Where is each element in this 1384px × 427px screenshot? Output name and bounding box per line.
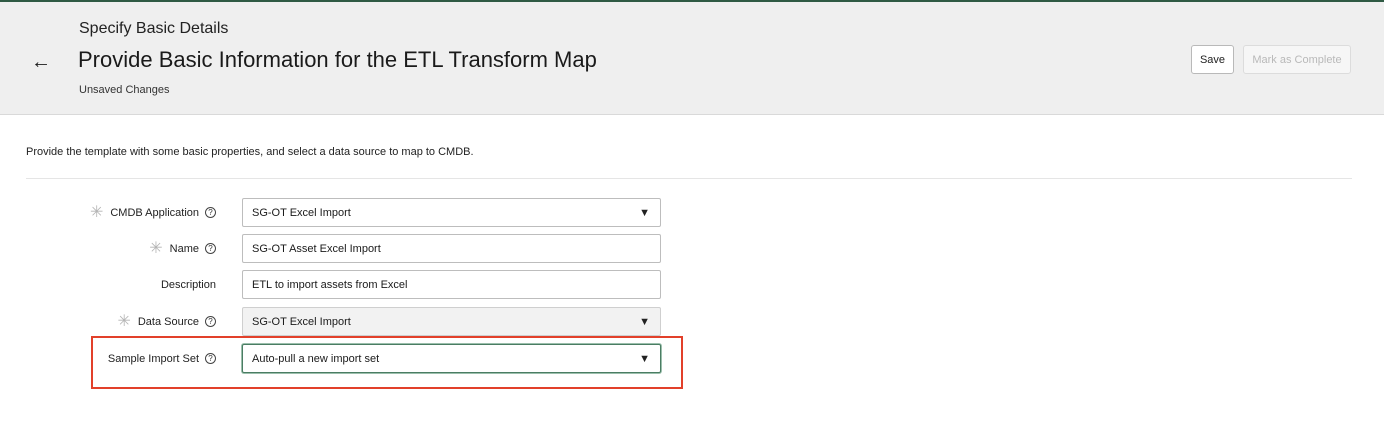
data-source-label: Data Source: [137, 315, 199, 328]
intro-text: Provide the template with some basic pro…: [26, 146, 474, 158]
sample-import-set-value: Auto-pull a new import set: [252, 352, 380, 365]
description-value: ETL to import assets from Excel: [252, 278, 408, 291]
help-icon[interactable]: ?: [205, 316, 216, 327]
cmdb-application-row: ✳ CMDB Application ? SG-OT Excel Import …: [0, 198, 700, 227]
description-label-group: Description: [161, 270, 216, 299]
name-row: ✳ Name ? SG-OT Asset Excel Import: [0, 234, 700, 263]
cmdb-application-label-group: ✳ CMDB Application ?: [90, 198, 216, 227]
page-header: ← Specify Basic Details Provide Basic In…: [0, 0, 1384, 115]
mark-complete-button[interactable]: Mark as Complete: [1243, 45, 1351, 74]
page-subtitle: Specify Basic Details: [79, 20, 229, 37]
cmdb-application-value: SG-OT Excel Import: [252, 206, 351, 219]
sample-import-set-label-group: Sample Import Set ?: [108, 344, 216, 373]
required-icon: ✳: [89, 203, 104, 221]
description-row: Description ETL to import assets from Ex…: [0, 270, 700, 299]
required-icon: ✳: [117, 312, 131, 330]
data-source-row: ✳ Data Source ? SG-OT Excel Import ▼: [0, 307, 700, 336]
data-source-select[interactable]: SG-OT Excel Import ▼: [242, 307, 661, 336]
chevron-down-icon: ▼: [639, 316, 650, 328]
sample-import-set-label: Sample Import Set: [107, 352, 199, 365]
divider: [26, 178, 1352, 179]
chevron-down-icon: ▼: [639, 353, 650, 365]
chevron-down-icon: ▼: [639, 207, 650, 219]
help-icon[interactable]: ?: [205, 353, 216, 364]
required-icon: ✳: [149, 239, 163, 257]
sample-import-set-select[interactable]: Auto-pull a new import set ▼: [242, 344, 661, 373]
back-button[interactable]: ←: [28, 49, 54, 75]
help-icon[interactable]: ?: [205, 207, 216, 218]
sample-import-set-row: Sample Import Set ? Auto-pull a new impo…: [0, 344, 700, 373]
help-icon[interactable]: ?: [205, 243, 216, 254]
data-source-label-group: ✳ Data Source ?: [117, 307, 216, 336]
unsaved-status: Unsaved Changes: [79, 84, 170, 96]
cmdb-application-select[interactable]: SG-OT Excel Import ▼: [242, 198, 661, 227]
name-input[interactable]: SG-OT Asset Excel Import: [242, 234, 661, 263]
cmdb-application-label: CMDB Application: [110, 206, 199, 219]
save-button[interactable]: Save: [1191, 45, 1234, 74]
name-value: SG-OT Asset Excel Import: [252, 242, 381, 255]
data-source-value: SG-OT Excel Import: [252, 315, 351, 328]
page-title: Provide Basic Information for the ETL Tr…: [78, 47, 597, 72]
description-label: Description: [160, 278, 216, 291]
name-label-group: ✳ Name ?: [149, 234, 216, 263]
description-input[interactable]: ETL to import assets from Excel: [242, 270, 661, 299]
back-arrow-icon: ←: [31, 50, 51, 73]
name-label: Name: [169, 242, 199, 255]
